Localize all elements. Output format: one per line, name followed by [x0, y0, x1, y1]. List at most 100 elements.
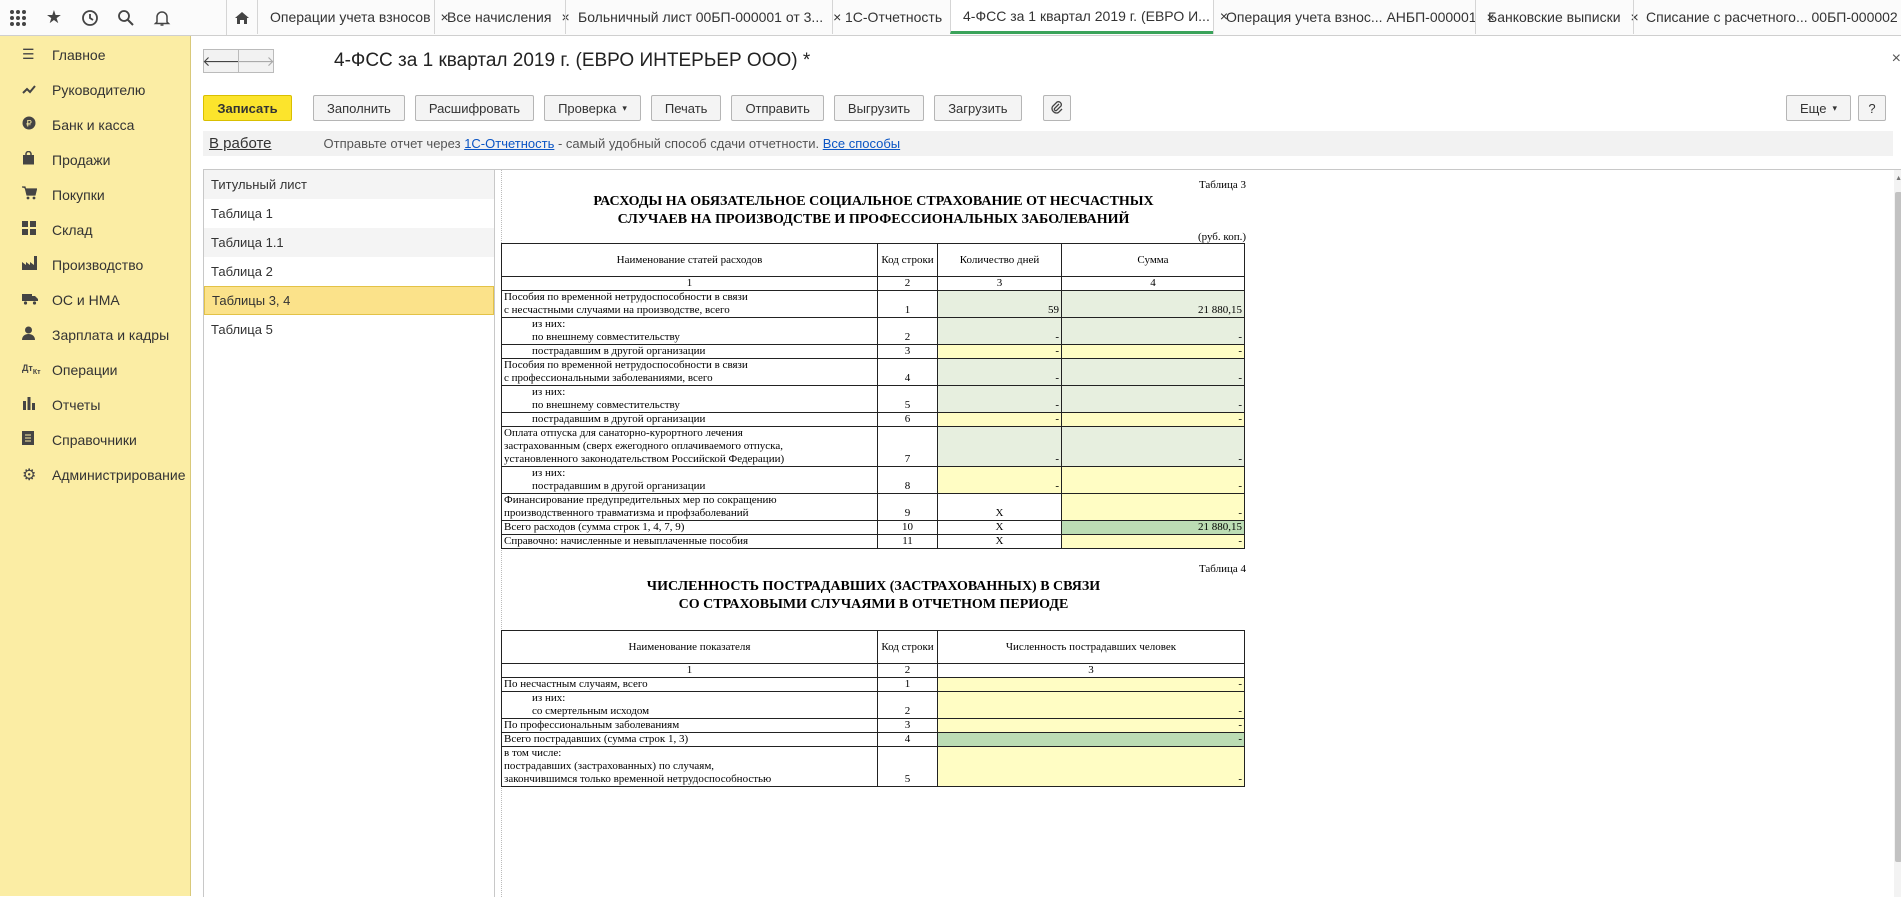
- days-cell[interactable]: -: [937, 358, 1062, 386]
- tab-all-accruals[interactable]: Все начисления ×: [434, 0, 570, 34]
- sidebar-item-production[interactable]: Производство: [0, 247, 190, 282]
- table3-header-name: Наименование статей расходов: [501, 243, 878, 277]
- days-cell[interactable]: -: [937, 426, 1062, 467]
- forward-button[interactable]: 🡒: [237, 49, 275, 73]
- tab-label: Больничный лист 00БП-000001 от 3...: [578, 9, 824, 25]
- bar-chart-icon: [22, 396, 52, 413]
- sidebar-item-catalogs[interactable]: Справочники: [0, 422, 190, 457]
- sidebar-item-reports[interactable]: Отчеты: [0, 387, 190, 422]
- home-icon[interactable]: [226, 0, 257, 35]
- sidebar-item-warehouse[interactable]: Склад: [0, 212, 190, 247]
- days-cell[interactable]: -: [937, 385, 1062, 413]
- sum-cell[interactable]: -: [1061, 412, 1245, 427]
- sidebar-item-bank[interactable]: ₽ Банк и касса: [0, 107, 190, 142]
- star-icon[interactable]: ★: [36, 0, 72, 35]
- vertical-scrollbar[interactable]: ▲: [1894, 170, 1901, 897]
- sum-cell[interactable]: -: [1061, 385, 1245, 413]
- row-label-line: из них:: [532, 386, 566, 398]
- sum-cell[interactable]: -: [1061, 426, 1245, 467]
- ruble-icon: ₽: [22, 116, 52, 133]
- count-cell[interactable]: -: [937, 718, 1245, 733]
- days-cell[interactable]: -: [937, 317, 1062, 345]
- sidebar-item-assets[interactable]: ОС и НМА: [0, 282, 190, 317]
- attach-button[interactable]: [1042, 95, 1071, 121]
- section-item-tables-3-4[interactable]: Таблицы 3, 4: [204, 286, 494, 315]
- sum-cell[interactable]: -: [1061, 344, 1245, 359]
- row-label-line: в том числе:: [504, 747, 562, 759]
- sidebar-item-sales[interactable]: Продажи: [0, 142, 190, 177]
- fill-button[interactable]: Заполнить: [313, 95, 405, 121]
- count-cell[interactable]: -: [937, 677, 1245, 692]
- section-item-table-5[interactable]: Таблица 5: [204, 315, 494, 344]
- section-item-table-1[interactable]: Таблица 1: [204, 199, 494, 228]
- days-cell[interactable]: -: [937, 466, 1062, 494]
- check-button[interactable]: Проверка ▾: [544, 95, 641, 121]
- row-label-line: из них:: [532, 467, 566, 479]
- section-item-table-1-1[interactable]: Таблица 1.1: [204, 228, 494, 257]
- count-cell[interactable]: -: [937, 691, 1245, 719]
- sidebar-item-purchases[interactable]: Покупки: [0, 177, 190, 212]
- row-label: Пособия по временной нетрудоспособности …: [501, 290, 878, 318]
- table3-colnum: 1: [501, 276, 878, 291]
- back-button[interactable]: 🡐: [202, 49, 240, 73]
- export-button[interactable]: Выгрузить: [833, 95, 925, 121]
- row-label-line: Всего расходов (сумма строк 1, 4, 7, 9): [504, 521, 685, 533]
- scrollbar-thumb[interactable]: [1895, 192, 1901, 862]
- tab-1c-reporting[interactable]: 1С-Отчетность×: [832, 0, 960, 34]
- tab-write-off[interactable]: Списание с расчетного... 00БП-000002×: [1633, 0, 1898, 34]
- print-button[interactable]: Печать: [650, 95, 722, 121]
- apps-grid-icon[interactable]: [0, 0, 36, 35]
- sidebar-item-label: Операции: [52, 361, 118, 378]
- row-code: 9: [877, 493, 938, 521]
- menu-icon: ☰: [22, 46, 35, 62]
- bell-icon[interactable]: [144, 0, 180, 35]
- tab-4fss-report[interactable]: 4-ФСС за 1 квартал 2019 г. (ЕВРО И... ×: [950, 0, 1228, 34]
- scroll-up-icon[interactable]: ▲: [1895, 174, 1901, 182]
- check-label: Проверка: [558, 100, 617, 116]
- import-button[interactable]: Загрузить: [934, 95, 1022, 121]
- close-form-icon[interactable]: ×: [1892, 50, 1901, 68]
- days-cell[interactable]: 59: [937, 290, 1062, 318]
- sum-cell[interactable]: 21 880,15: [1061, 520, 1245, 535]
- sidebar-item-salary[interactable]: Зарплата и кадры: [0, 317, 190, 352]
- chevron-down-icon: ▾: [622, 102, 627, 113]
- tab-bank-statements[interactable]: Банковские выписки ×: [1475, 0, 1639, 34]
- section-item-table-2[interactable]: Таблица 2: [204, 257, 494, 286]
- more-button[interactable]: Еще ▾: [1786, 95, 1851, 121]
- all-methods-link[interactable]: Все способы: [823, 136, 900, 151]
- send-button[interactable]: Отправить: [731, 95, 824, 121]
- sum-cell[interactable]: -: [1061, 493, 1245, 521]
- row-label-line: пострадавшим в другой организации: [532, 480, 706, 492]
- count-cell[interactable]: -: [937, 732, 1245, 747]
- days-cell[interactable]: -: [937, 412, 1062, 427]
- section-item-title-page[interactable]: Титульный лист: [204, 170, 494, 199]
- table3-colnum: 2: [877, 276, 938, 291]
- status-link[interactable]: В работе: [209, 135, 272, 152]
- sum-cell[interactable]: -: [1061, 317, 1245, 345]
- table-row: По несчастным случаям, всего 1 -: [501, 677, 1245, 692]
- sum-cell[interactable]: 21 880,15: [1061, 290, 1245, 318]
- tab-sick-leave[interactable]: Больничный лист 00БП-000001 от 3... ×: [565, 0, 841, 34]
- sum-cell[interactable]: -: [1061, 534, 1245, 549]
- sidebar-item-manager[interactable]: Руководителю: [0, 72, 190, 107]
- sum-cell[interactable]: -: [1061, 466, 1245, 494]
- sidebar-item-main[interactable]: ☰ Главное: [0, 37, 190, 72]
- decode-button[interactable]: Расшифровать: [414, 95, 535, 121]
- days-cell[interactable]: -: [937, 344, 1062, 359]
- history-icon[interactable]: [72, 0, 108, 35]
- section-list: Титульный лист Таблица 1 Таблица 1.1 Таб…: [203, 169, 495, 897]
- tab-label: 4-ФСС за 1 квартал 2019 г. (ЕВРО И...: [963, 7, 1210, 24]
- tab-operation-contributions-doc[interactable]: Операция учета взнос... АНБП-000001 ×: [1213, 0, 1495, 34]
- sidebar-item-admin[interactable]: ⚙ Администрирование: [0, 457, 190, 492]
- help-button[interactable]: ?: [1858, 95, 1886, 121]
- info-bar: В работе Отправьте отчет через 1С-Отчетн…: [203, 131, 1893, 156]
- tab-operations-contributions[interactable]: Операции учета взносов ×: [257, 0, 449, 34]
- count-cell[interactable]: -: [937, 746, 1245, 787]
- save-button[interactable]: Записать: [203, 95, 292, 121]
- sum-cell[interactable]: -: [1061, 358, 1245, 386]
- 1c-reporting-link[interactable]: 1С-Отчетность: [464, 136, 554, 151]
- search-icon[interactable]: [108, 0, 144, 35]
- row-code: 1: [877, 290, 938, 318]
- row-label: из них: по внешнему совместительству: [501, 317, 878, 345]
- sidebar-item-operations[interactable]: ДтКт Операции: [0, 352, 190, 387]
